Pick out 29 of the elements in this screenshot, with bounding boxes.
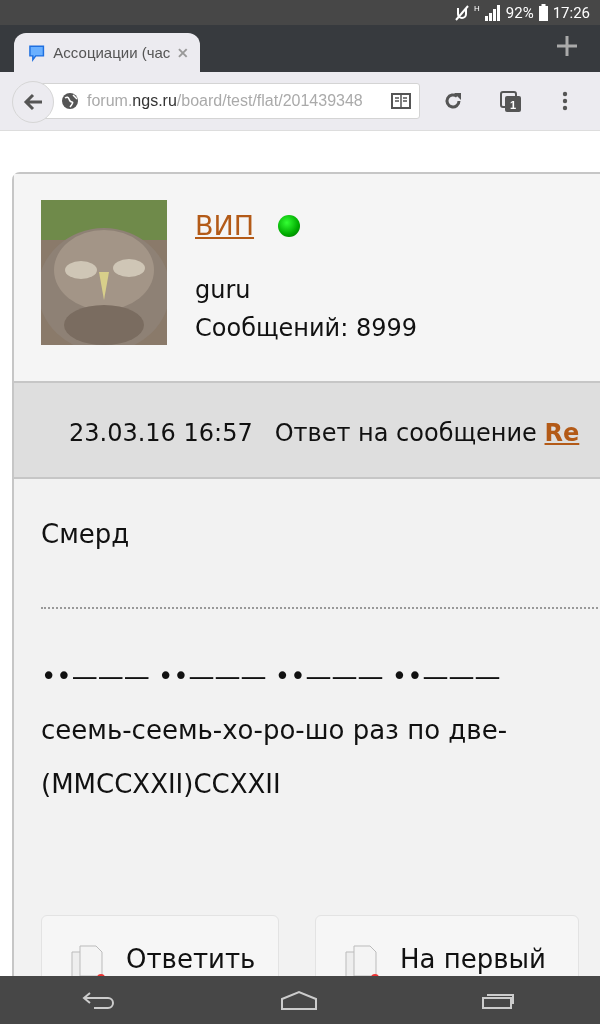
reply-to-text: Ответ на сообщение Re [274, 419, 580, 447]
back-nav-icon[interactable] [82, 991, 117, 1009]
post-action-button[interactable]: На первый [315, 915, 579, 977]
signal-icon [484, 4, 501, 21]
reply-link[interactable]: Re [544, 419, 580, 447]
signature-line: (MMCCXXII)CCXXII [41, 768, 282, 801]
globe-icon [61, 92, 79, 110]
clock: 17:26 [552, 3, 590, 22]
battery-percent: 92% [505, 3, 534, 22]
post-text: Смерд [41, 519, 131, 549]
menu-icon[interactable] [562, 91, 568, 111]
signature-line: ••——— ••——— ••——— ••——— [41, 660, 502, 693]
back-button[interactable] [12, 81, 54, 123]
post-action-button[interactable]: Ответить [41, 915, 279, 977]
browser-tab[interactable]: Ассоциации (час [14, 33, 200, 72]
mute-icon [455, 4, 470, 21]
signature-line: сеемь-сеемь-хо-ро-шо раз по две- [41, 714, 509, 747]
message-count: Сообщений: 8999 [195, 313, 417, 344]
user-rank: guru [195, 275, 252, 306]
reload-icon[interactable] [443, 91, 463, 111]
new-tab-icon[interactable] [556, 35, 578, 57]
chat-bubble-icon [28, 43, 46, 62]
reader-mode-icon[interactable] [391, 93, 411, 109]
post-date: 23.03.16 16:57 [69, 419, 253, 447]
network-type: H [474, 4, 480, 13]
author-link[interactable]: ВИП [195, 210, 255, 241]
home-icon[interactable] [281, 990, 317, 1010]
back-arrow-icon[interactable] [23, 93, 43, 111]
battery-icon [538, 4, 548, 21]
